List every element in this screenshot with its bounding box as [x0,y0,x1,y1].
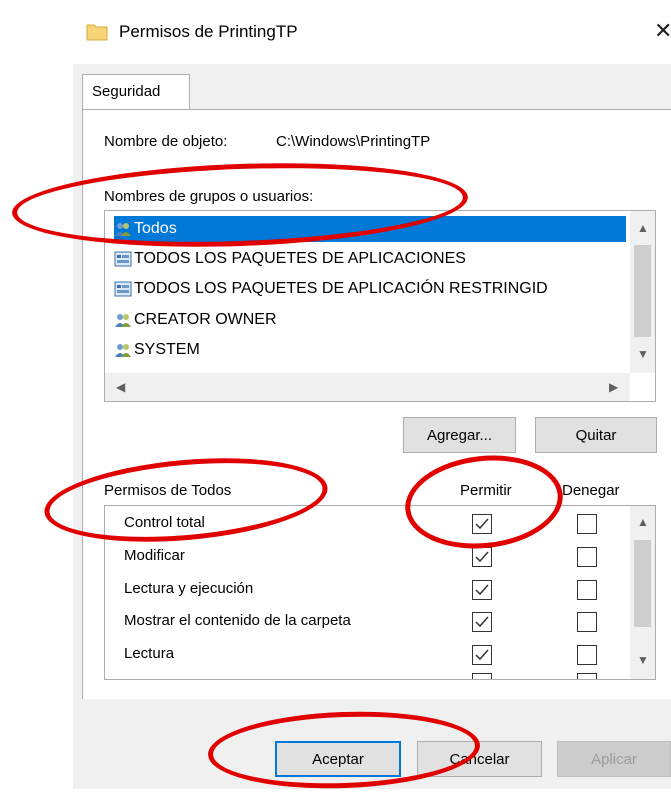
scroll-down-icon[interactable]: ▼ [637,347,649,361]
folder-icon [86,24,108,41]
close-icon[interactable]: ✕ [654,18,671,44]
list-item-label: SYSTEM [134,341,200,358]
groups-label: Nombres de grupos o usuarios: [104,188,314,205]
users-icon [115,344,131,357]
allow-checkbox[interactable] [472,580,492,600]
deny-checkbox[interactable] [577,547,597,567]
allow-checkbox[interactable] [472,547,492,567]
permission-name: Modificar [124,547,185,564]
deny-checkbox[interactable] [577,514,597,534]
list-item-creator-owner[interactable]: CREATOR OWNER [114,307,277,333]
list-item-todos[interactable]: Todos [114,216,626,242]
deny-checkbox[interactable] [577,580,597,600]
allow-checkbox[interactable] [472,514,492,534]
scroll-left-icon[interactable]: ◀ [116,380,125,394]
list-item-system[interactable]: SYSTEM [114,337,200,363]
allow-checkbox[interactable] [472,612,492,632]
allow-column-header: Permitir [460,482,512,499]
object-name-label: Nombre de objeto: [104,133,228,150]
permission-name: Lectura y ejecución [124,580,254,597]
app-package-icon [114,281,132,297]
list-item-label: CREATOR OWNER [134,311,277,328]
permission-name: Lectura [124,645,175,662]
ok-button[interactable]: Aceptar [275,741,401,777]
window-title: Permisos de PrintingTP [119,22,298,41]
list-item-label: TODOS LOS PAQUETES DE APLICACIÓN RESTRIN… [134,280,548,297]
add-button[interactable]: Agregar... [403,417,516,453]
cancel-button[interactable]: Cancelar [417,741,542,777]
users-icon [115,223,131,236]
list-item-label: TODOS LOS PAQUETES DE APLICACIONES [134,250,466,267]
deny-checkbox[interactable] [577,612,597,632]
scroll-up-icon[interactable]: ▲ [637,221,649,235]
permissions-scroll-thumb[interactable] [634,540,651,627]
tab-seguridad[interactable]: Seguridad [82,74,190,110]
allow-checkbox[interactable] [472,645,492,665]
object-name-value: C:\Windows\PrintingTP [276,133,431,150]
permissions-label: Permisos de Todos [104,482,232,499]
groups-horizontal-scrollbar[interactable] [105,373,630,401]
list-item-label: Todos [134,220,177,237]
scroll-down-icon[interactable]: ▼ [637,653,649,667]
tab-label: Seguridad [92,83,161,100]
list-item-all-app-packages[interactable]: TODOS LOS PAQUETES DE APLICACIONES [114,246,466,272]
app-package-icon [114,251,132,267]
permission-name: Mostrar el contenido de la carpeta [124,612,351,629]
scroll-up-icon[interactable]: ▲ [637,515,649,529]
users-icon [115,314,131,327]
list-item-restricted-app-packages[interactable]: TODOS LOS PAQUETES DE APLICACIÓN RESTRIN… [114,276,548,302]
permission-name: Control total [124,514,205,531]
apply-button: Aplicar [557,741,671,777]
deny-column-header: Denegar [562,482,620,499]
deny-checkbox[interactable] [577,645,597,665]
groups-scroll-thumb[interactable] [634,245,651,337]
permissions-partial-row [105,672,630,679]
remove-button[interactable]: Quitar [535,417,657,453]
scroll-right-icon[interactable]: ▶ [609,380,618,394]
